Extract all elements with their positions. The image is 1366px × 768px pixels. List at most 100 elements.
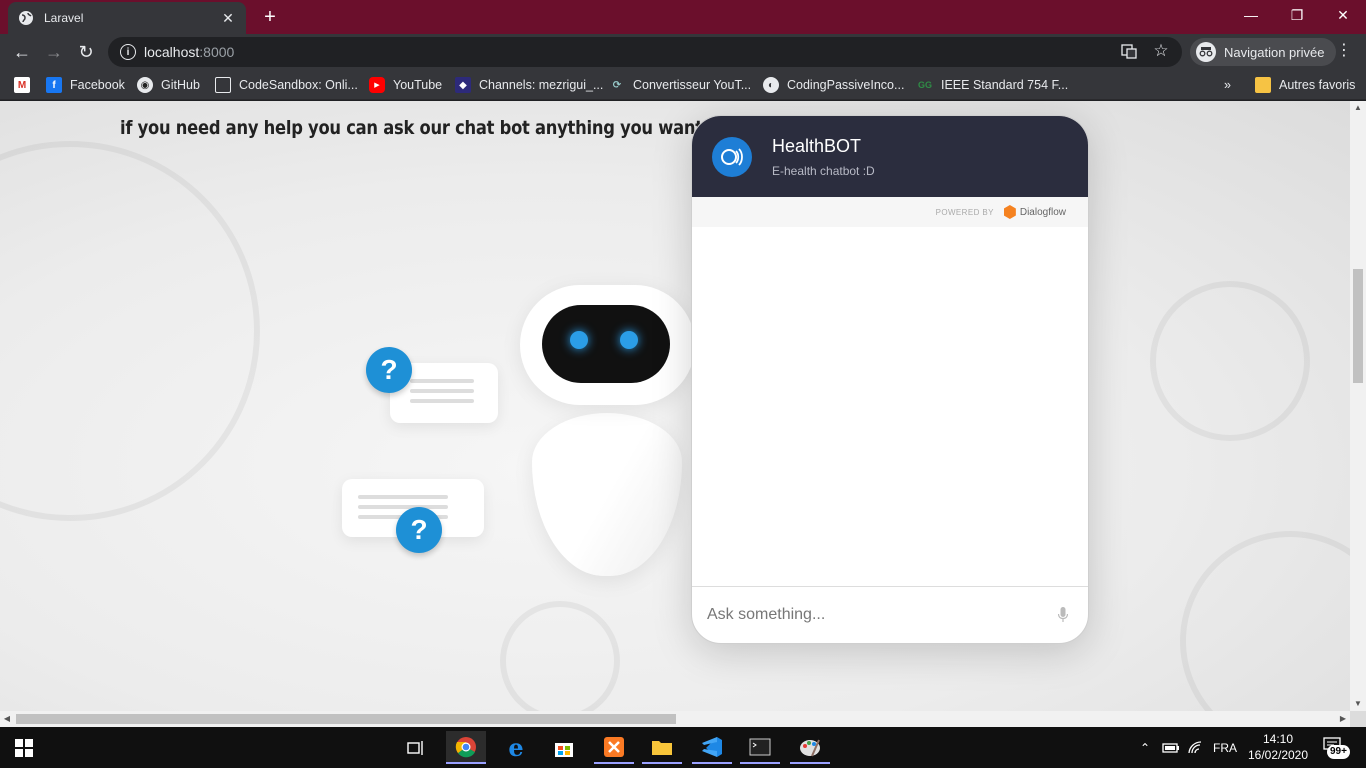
globe-icon: ◐ [763,77,779,93]
forward-arrow-icon[interactable]: → [42,40,66,64]
reload-icon[interactable]: ↻ [74,40,98,64]
bookmark-label: GitHub [161,78,200,92]
question-mark-icon: ? [396,507,442,553]
tab-strip: Laravel ✕ + — ❐ ✕ [0,0,1366,34]
bot-avatar-icon [712,137,752,177]
close-window-button[interactable]: ✕ [1320,0,1366,30]
vertical-scrollbar[interactable]: ▲ ▼ [1350,101,1366,711]
microphone-icon[interactable] [1057,607,1069,623]
bookmark-label: Facebook [70,78,125,92]
minimize-button[interactable]: — [1228,0,1274,30]
other-bookmarks-label: Autres favoris [1279,78,1356,92]
battery-icon[interactable] [1162,727,1180,768]
paint-icon[interactable] [790,731,830,764]
tab-close-icon[interactable]: ✕ [220,10,236,27]
robot-head-illustration [520,285,695,405]
file-explorer-icon[interactable] [642,731,682,764]
bookmark-codingpassive[interactable]: ◐ CodingPassiveInco... [763,76,904,94]
powered-by-label: POWERED BY [935,207,994,217]
profile-label: Navigation privée [1224,44,1325,60]
bookmarks-overflow-button[interactable]: » [1224,76,1231,94]
url-host: localhost [144,44,200,60]
store-icon[interactable] [544,731,584,764]
vscode-icon[interactable] [692,731,732,764]
codesandbox-icon [215,77,231,93]
tab-title: Laravel [44,11,84,25]
bookmark-github[interactable]: ◉ GitHub [137,76,200,94]
windows-start-icon[interactable] [4,731,44,764]
star-icon[interactable]: ☆ [1152,41,1170,60]
bookmark-channels[interactable]: ◆ Channels: mezrigui_... [455,76,603,94]
chat-title: HealthBOT [772,136,862,156]
menu-icon[interactable]: ⋮ [1334,40,1354,64]
bookmark-label: YouTube [393,78,443,92]
bookmark-label: Convertisseur YouT... [633,78,752,92]
chrome-taskbar-icon[interactable] [446,731,486,764]
bookmark-label: CodingPassiveInco... [787,78,905,92]
bookmark-converter[interactable]: ⟳ Convertisseur YouT... [609,76,751,94]
restore-button[interactable]: ❐ [1274,0,1320,30]
terminal-icon[interactable] [740,731,780,764]
bookmark-label: Channels: mezrigui_... [479,78,604,92]
page-headline: if you need any help you can ask our cha… [120,117,703,139]
chat-messages-area[interactable] [692,227,1088,587]
background-decoration [1180,531,1350,711]
address-bar[interactable]: i localhost :8000 ☆ [108,37,1182,67]
tray-expand-icon[interactable]: ⌃ [1140,727,1150,768]
scroll-right-arrow-icon[interactable]: ▶ [1336,711,1350,727]
wifi-icon[interactable] [1188,727,1204,768]
clock-date: 16/02/2020 [1247,748,1309,762]
scroll-up-arrow-icon[interactable]: ▲ [1350,101,1366,115]
windows-taskbar: e ⌃ FRA 14:10 16/02/2020 99+ [0,727,1366,768]
bookmark-codesandbox[interactable]: CodeSandbox: Onli... [215,76,358,94]
github-icon: ◉ [137,77,153,93]
dialogflow-logo-icon [1003,205,1016,219]
chatbot-widget: HealthBOT E-health chatbot :D POWERED BY… [691,115,1089,644]
edge-icon[interactable]: e [496,731,536,764]
chat-message-input[interactable] [707,606,1027,624]
bookmark-label: IEEE Standard 754 F... [941,78,1069,92]
youtube-icon: ▶ [369,77,385,93]
converter-icon: ⟳ [612,79,622,91]
robot-body-illustration [532,413,682,576]
bookmark-youtube[interactable]: ▶ YouTube [369,76,442,94]
new-tab-button[interactable]: + [258,5,282,29]
background-decoration [0,141,260,521]
background-decoration [500,601,620,711]
scrollbar-corner [1350,711,1366,727]
translate-icon[interactable] [1120,43,1138,61]
dialogflow-link[interactable]: Dialogflow [1003,205,1066,219]
horizontal-scroll-thumb[interactable] [16,714,676,724]
page-viewport: if you need any help you can ask our cha… [0,101,1350,711]
task-view-icon[interactable] [396,731,436,764]
chevron-right-icon: » [1224,78,1231,92]
url-port: :8000 [199,44,235,60]
facebook-icon: f [46,77,62,93]
bookmark-gmail[interactable]: M [14,76,38,94]
scroll-left-arrow-icon[interactable]: ◀ [0,711,14,727]
folder-icon [1255,77,1271,93]
channels-icon: ◆ [455,77,471,93]
notifications-button[interactable]: 99+ [1323,737,1351,759]
chat-input-bar [692,587,1088,643]
clock-time: 14:10 [1262,732,1294,746]
browser-tab[interactable]: Laravel ✕ [8,2,246,34]
robot-face [542,305,670,383]
other-bookmarks-folder[interactable]: Autres favoris [1255,76,1355,94]
vertical-scroll-thumb[interactable] [1353,269,1363,383]
gmail-icon: M [14,77,30,93]
bookmark-ieee[interactable]: GG IEEE Standard 754 F... [917,76,1068,94]
question-mark-icon: ? [366,347,412,393]
bookmark-facebook[interactable]: f Facebook [46,76,125,94]
back-arrow-icon[interactable]: ← [10,40,34,64]
background-decoration [1150,281,1310,441]
scroll-down-arrow-icon[interactable]: ▼ [1350,697,1366,711]
system-clock[interactable]: 14:10 16/02/2020 [1240,731,1316,763]
info-icon[interactable]: i [120,44,136,60]
xampp-icon[interactable] [594,731,634,764]
horizontal-scrollbar[interactable]: ◀ ▶ [0,711,1350,727]
incognito-profile-button[interactable]: Navigation privée [1190,38,1337,66]
bookmarks-bar: M f Facebook ◉ GitHub CodeSandbox: Onli.… [0,70,1366,100]
language-indicator[interactable]: FRA [1213,727,1237,768]
browser-toolbar: ← → ↻ i localhost :8000 ☆ Navigation pri… [0,34,1366,70]
